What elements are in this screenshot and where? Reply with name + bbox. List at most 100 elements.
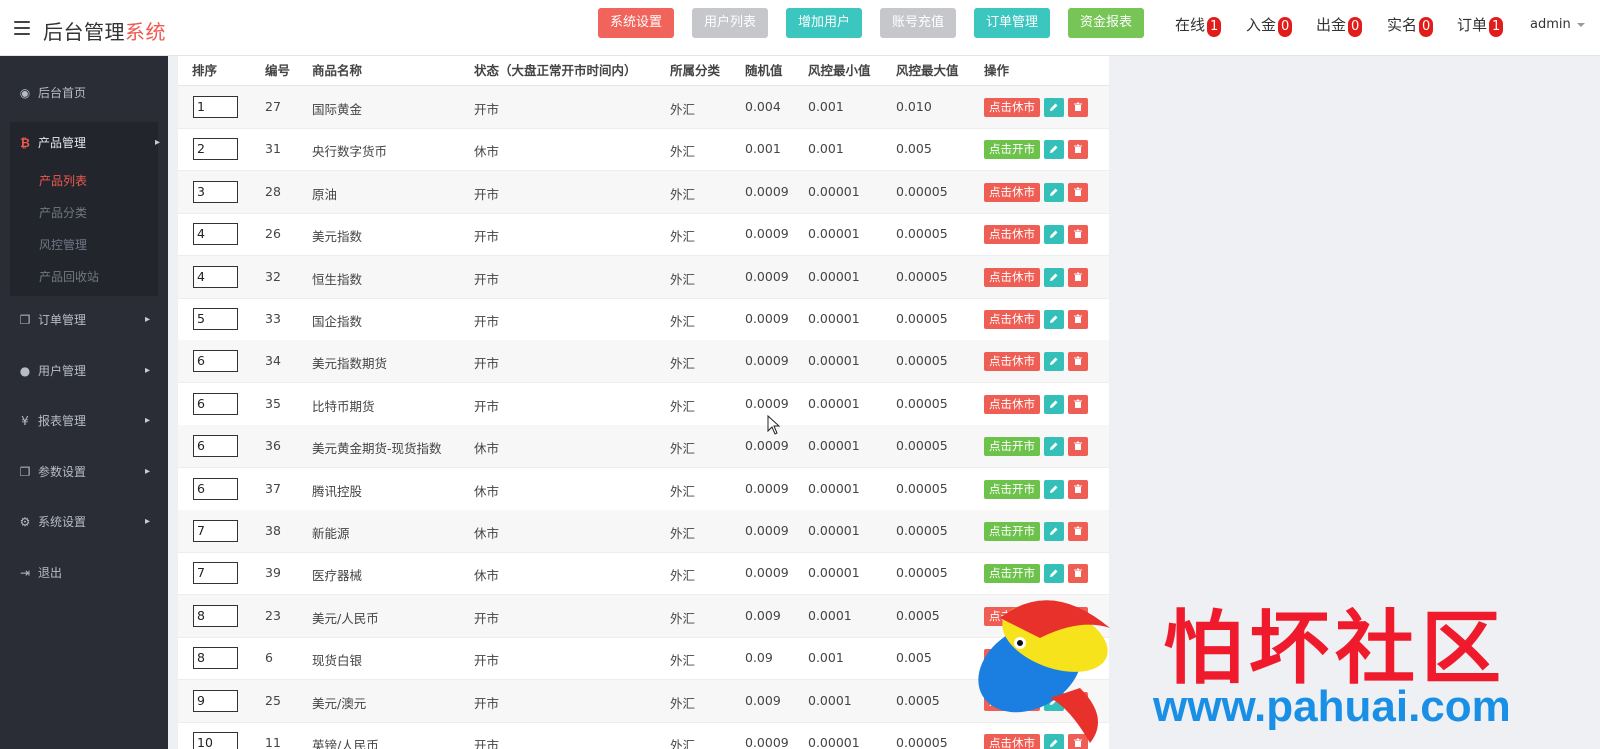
fund-report-button[interactable]: 资金报表 xyxy=(1068,8,1145,38)
sidebar-sub-risk-control[interactable]: 风控管理 xyxy=(39,236,87,253)
edit-button[interactable] xyxy=(1044,606,1064,626)
cell-risk-max: 0.0005 xyxy=(896,692,940,708)
delete-button[interactable] xyxy=(1068,522,1088,541)
open-market-button[interactable]: 点击开市 xyxy=(984,522,1040,541)
cell-status: 开市 xyxy=(474,102,500,117)
sort-order-input[interactable]: 7 xyxy=(193,562,238,585)
order-management-button[interactable]: 订单管理 xyxy=(974,8,1051,38)
user-list-button[interactable]: 用户列表 xyxy=(692,8,769,38)
sort-order-input[interactable]: 3 xyxy=(193,180,238,203)
close-market-button[interactable]: 点击休市 xyxy=(984,691,1040,711)
open-market-button[interactable]: 点击开市 xyxy=(984,564,1040,584)
delete-button[interactable] xyxy=(1068,691,1088,711)
edit-button[interactable] xyxy=(1044,98,1064,117)
system-settings-button[interactable]: 系统设置 xyxy=(598,8,675,38)
sidebar-item-logout[interactable]: ⇥ 退出 xyxy=(0,558,160,588)
delete-button[interactable] xyxy=(1068,352,1088,372)
pencil-icon xyxy=(1050,400,1058,408)
edit-button[interactable] xyxy=(1044,310,1064,329)
cell-risk-min: 0.00001 xyxy=(808,395,860,411)
edit-button[interactable] xyxy=(1044,140,1064,160)
deposit-stat[interactable]: 入金 0 xyxy=(1246,14,1293,37)
edit-button[interactable] xyxy=(1044,225,1064,245)
edit-button[interactable] xyxy=(1044,479,1064,499)
delete-button[interactable] xyxy=(1068,98,1088,117)
delete-button[interactable] xyxy=(1068,310,1088,329)
sort-order-input[interactable]: 6 xyxy=(193,477,238,500)
close-market-button[interactable]: 点击休市 xyxy=(984,98,1040,117)
edit-button[interactable] xyxy=(1044,394,1064,414)
sidebar-item-products[interactable]: ₿ 产品管理 ▸ xyxy=(10,128,170,158)
edit-button[interactable] xyxy=(1044,352,1064,372)
sort-order-input[interactable]: 6 xyxy=(193,350,238,373)
sidebar-item-users[interactable]: ● 用户管理 ▸ xyxy=(0,356,160,386)
delete-button[interactable] xyxy=(1068,734,1088,749)
close-market-button[interactable]: 点击休市 xyxy=(984,606,1040,626)
withdraw-stat[interactable]: 出金 0 xyxy=(1316,14,1363,37)
close-market-button[interactable]: 点击休市 xyxy=(984,182,1040,202)
sidebar-item-home[interactable]: ◉ 后台首页 xyxy=(0,78,160,108)
sidebar-item-params[interactable]: ❐ 参数设置 ▸ xyxy=(0,457,160,487)
delete-button[interactable] xyxy=(1068,649,1088,669)
sort-order-input[interactable]: 8 xyxy=(193,604,238,627)
close-market-button[interactable]: 点击休市 xyxy=(984,225,1040,245)
open-market-button[interactable]: 点击开市 xyxy=(984,140,1040,160)
delete-button[interactable] xyxy=(1068,437,1088,457)
watermark-url: www.pahuai.com xyxy=(1153,682,1511,731)
sidebar-sub-recycle-bin[interactable]: 产品回收站 xyxy=(39,268,99,285)
cell-risk-min: 0.00001 xyxy=(808,311,860,326)
sort-order-input[interactable]: 4 xyxy=(193,265,238,288)
sort-order-input[interactable]: 8 xyxy=(193,647,238,670)
sort-order-input[interactable]: 4 xyxy=(193,223,238,246)
cell-category: 外汇 xyxy=(670,314,696,329)
edit-button[interactable] xyxy=(1044,734,1064,749)
close-market-button[interactable]: 点击休市 xyxy=(984,267,1040,287)
close-market-button[interactable]: 点击休市 xyxy=(984,649,1040,669)
order-stat[interactable]: 订单 1 xyxy=(1457,14,1504,37)
realname-stat[interactable]: 实名 0 xyxy=(1387,14,1434,37)
delete-button[interactable] xyxy=(1068,479,1088,499)
sort-order-input[interactable]: 10 xyxy=(193,732,238,749)
sort-order-input[interactable]: 5 xyxy=(193,308,238,330)
table-row: 8 23 美元/人民币 开市 外汇 0.009 0.0001 0.0005 点击休市 xyxy=(178,594,1109,638)
sort-order-input[interactable]: 7 xyxy=(193,520,238,542)
add-user-button[interactable]: 增加用户 xyxy=(786,8,863,38)
edit-button[interactable] xyxy=(1044,182,1064,202)
sort-order-input[interactable]: 9 xyxy=(193,689,238,712)
cell-id: 28 xyxy=(265,183,281,199)
delete-button[interactable] xyxy=(1068,606,1088,626)
sort-order-input[interactable]: 1 xyxy=(193,96,238,118)
sidebar-sub-product-category[interactable]: 产品分类 xyxy=(39,204,87,221)
account-recharge-button[interactable]: 账号充值 xyxy=(880,8,957,38)
delete-button[interactable] xyxy=(1068,140,1088,160)
edit-button[interactable] xyxy=(1044,267,1064,287)
delete-button[interactable] xyxy=(1068,225,1088,245)
open-market-button[interactable]: 点击开市 xyxy=(984,479,1040,499)
online-stat[interactable]: 在线 1 xyxy=(1175,14,1222,37)
delete-button[interactable] xyxy=(1068,182,1088,202)
sidebar-item-reports[interactable]: ¥ 报表管理 ▸ xyxy=(0,406,160,436)
edit-button[interactable] xyxy=(1044,691,1064,711)
sidebar-item-orders[interactable]: ❐ 订单管理 ▸ xyxy=(0,305,160,335)
close-market-button[interactable]: 点击休市 xyxy=(984,734,1040,749)
edit-button[interactable] xyxy=(1044,437,1064,457)
close-market-button[interactable]: 点击休市 xyxy=(984,352,1040,372)
pencil-icon xyxy=(1050,145,1058,154)
delete-button[interactable] xyxy=(1068,564,1088,584)
delete-button[interactable] xyxy=(1068,267,1088,287)
sidebar-sub-product-list[interactable]: 产品列表 xyxy=(39,172,87,189)
sort-order-input[interactable]: 2 xyxy=(193,138,238,161)
sidebar-item-system[interactable]: ⚙ 系统设置 ▸ xyxy=(0,507,160,537)
sort-order-input[interactable]: 6 xyxy=(193,435,238,458)
copy-icon: ❐ xyxy=(19,313,31,327)
user-menu[interactable]: admin xyxy=(1530,17,1585,32)
edit-button[interactable] xyxy=(1044,649,1064,669)
close-market-button[interactable]: 点击休市 xyxy=(984,394,1040,414)
open-market-button[interactable]: 点击开市 xyxy=(984,437,1040,457)
edit-button[interactable] xyxy=(1044,522,1064,541)
edit-button[interactable] xyxy=(1044,564,1064,584)
delete-button[interactable] xyxy=(1068,394,1088,414)
close-market-button[interactable]: 点击休市 xyxy=(984,310,1040,329)
menu-toggle-icon[interactable] xyxy=(14,21,30,35)
sort-order-input[interactable]: 6 xyxy=(193,392,238,415)
